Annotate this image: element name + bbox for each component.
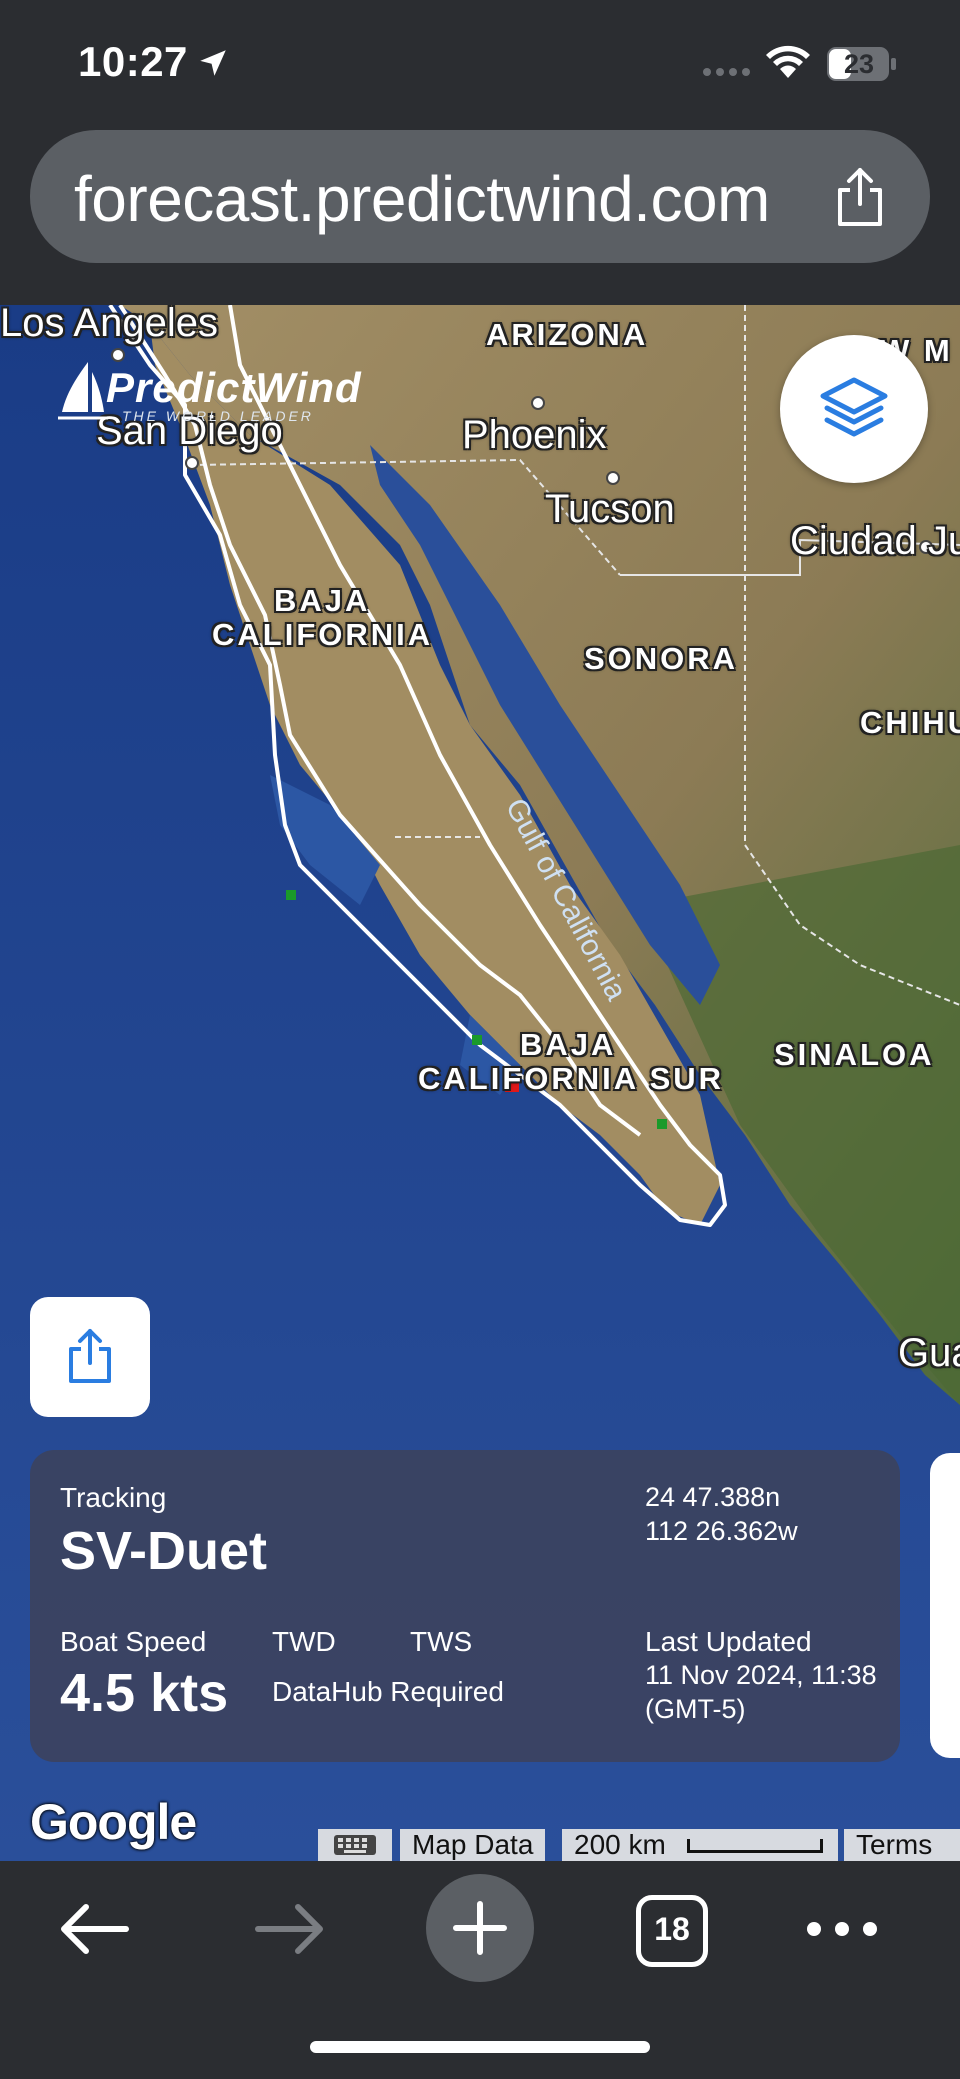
- last-updated-value: 11 Nov 2024, 11:38: [645, 1660, 877, 1690]
- map-label-baja-sur: BAJA: [520, 1027, 617, 1062]
- map-scale: 200 km: [562, 1829, 838, 1861]
- wifi-icon: [766, 45, 810, 78]
- predictwind-sail-icon: [58, 362, 108, 420]
- terms-link[interactable]: Terms: [844, 1829, 960, 1861]
- latitude: 24 47.388n: [645, 1482, 781, 1512]
- waypoint-marker: [472, 1035, 482, 1045]
- map-data-link[interactable]: Map Data: [400, 1829, 546, 1861]
- google-logo: Google: [30, 1794, 197, 1850]
- tracking-label: Tracking: [60, 1482, 167, 1513]
- city-dot: [606, 471, 620, 485]
- address-bar[interactable]: forecast.predictwind.com: [30, 130, 930, 263]
- status-time: 10:27: [78, 38, 188, 85]
- map-label-ciudad-juarez: Ciudad Ju: [790, 519, 960, 563]
- location-arrow-icon: [200, 50, 226, 76]
- city-dot: [531, 396, 545, 410]
- tracking-info-card: Tracking SV-Duet 24 47.388n 112 26.362w …: [30, 1450, 900, 1762]
- boat-speed-label: Boat Speed: [60, 1626, 207, 1657]
- wind-data-note: DataHub Required: [272, 1676, 504, 1707]
- new-tab-button[interactable]: [426, 1874, 534, 1982]
- brand-name: PredictWind: [106, 364, 362, 411]
- twd-label: TWD: [272, 1626, 336, 1657]
- side-panel-tab[interactable]: [930, 1453, 960, 1758]
- map-label-sonora: SONORA: [584, 641, 739, 676]
- map-label-arizona: ARIZONA: [486, 317, 649, 352]
- tracking-map[interactable]: Los Angeles San Diego Phoenix Tucson Ciu…: [0, 305, 960, 1861]
- map-label-guadalajara: Gua: [898, 1331, 960, 1375]
- back-arrow-icon[interactable]: [56, 1897, 136, 1961]
- map-label-los-angeles: Los Angeles: [0, 305, 218, 345]
- tabs-count[interactable]: 18: [636, 1911, 708, 1948]
- map-label-baja: BAJA: [274, 583, 371, 618]
- predictwind-logo: PredictWind THE WORLD LEADER: [58, 360, 398, 430]
- home-indicator[interactable]: [310, 2041, 650, 2053]
- share-icon[interactable]: [830, 166, 890, 230]
- waypoint-marker: [286, 890, 296, 900]
- status-bar: 10:27 23: [0, 0, 960, 120]
- layers-icon: [820, 377, 888, 437]
- url-text[interactable]: forecast.predictwind.com: [74, 162, 770, 236]
- scale-label: 200 km: [574, 1829, 666, 1860]
- map-layers-button[interactable]: [780, 335, 928, 483]
- plus-icon: [453, 1901, 507, 1955]
- city-dot: [185, 456, 199, 470]
- map-label-california: CALIFORNIA: [212, 617, 434, 652]
- keyboard-icon: [334, 1835, 376, 1855]
- vessel-name: SV-Duet: [60, 1521, 268, 1581]
- browser-top-chrome: 10:27 23 forecast.predictwind.com: [0, 0, 960, 305]
- tws-label: TWS: [410, 1626, 473, 1657]
- browser-toolbar: 18: [0, 1861, 960, 2079]
- forward-arrow-icon[interactable]: [248, 1897, 328, 1961]
- boat-speed-value: 4.5 kts: [60, 1663, 229, 1723]
- map-label-chihuahua: CHIHU: [860, 705, 960, 740]
- waypoint-marker: [657, 1119, 667, 1129]
- brand-tagline: THE WORLD LEADER: [122, 408, 314, 424]
- keyboard-shortcuts-button[interactable]: [318, 1829, 392, 1861]
- map-label-phoenix: Phoenix: [462, 413, 607, 457]
- longitude: 112 26.362w: [645, 1516, 798, 1546]
- map-label-california-sur: CALIFORNIA SUR: [418, 1061, 725, 1096]
- share-icon: [69, 1329, 111, 1383]
- battery-level: 23: [843, 49, 875, 79]
- scale-bar: [687, 1839, 823, 1853]
- map-label-sinaloa: SINALOA: [774, 1037, 935, 1072]
- last-updated-label: Last Updated: [645, 1626, 812, 1657]
- map-label-tucson: Tucson: [545, 487, 675, 531]
- more-menu-icon[interactable]: [802, 1919, 882, 1939]
- cellular-signal-icon: [703, 68, 750, 76]
- map-share-button[interactable]: [30, 1297, 150, 1417]
- last-updated-timezone: (GMT-5): [645, 1694, 746, 1724]
